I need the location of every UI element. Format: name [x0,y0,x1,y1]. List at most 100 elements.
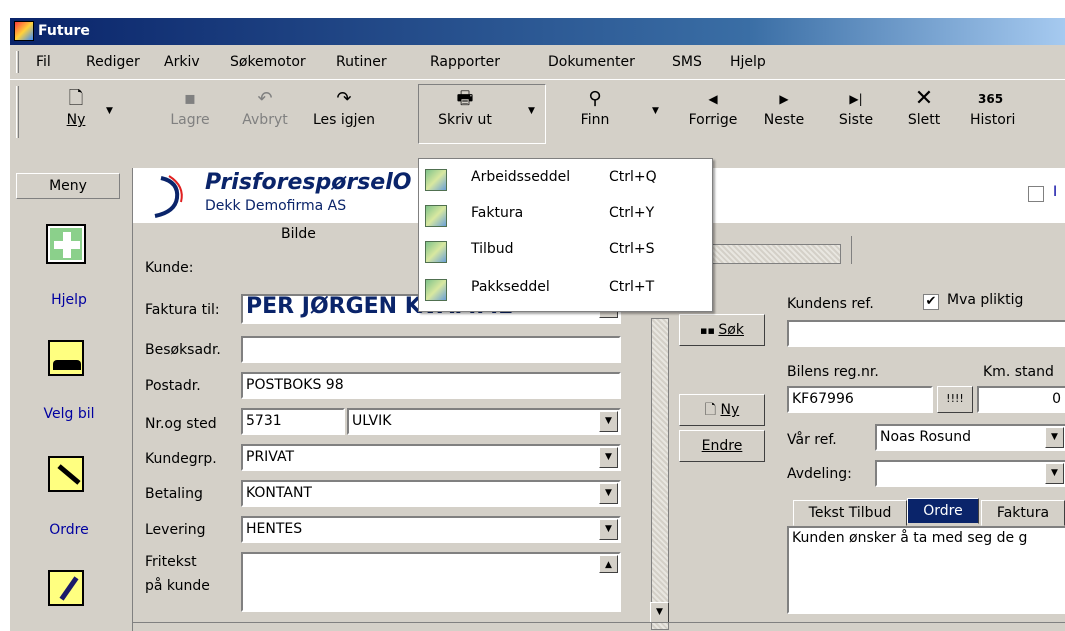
customer-ref-field[interactable] [787,320,1065,347]
left-nav: Meny Hjelp Velg bil Ordre [10,168,128,631]
notebook-icon[interactable] [48,570,84,606]
cancel-button[interactable]: ↶ Avbryt [230,86,300,144]
car-reg-label: Bilens reg.nr. [787,364,879,380]
save-icon: ▪ [183,88,197,109]
print-menu-item-arbeidsseddel[interactable]: Arbeidsseddel Ctrl+Q [419,163,712,197]
last-button[interactable]: ▶| Siste [830,86,882,144]
tab-tekst-tilbud[interactable]: Tekst Tilbud [793,500,907,526]
city-combo[interactable]: ULVIK ▼ [347,408,621,435]
print-menu-label: Faktura [471,205,524,221]
new-dropdown-arrow[interactable]: ▼ [106,106,113,116]
mileage-field[interactable]: 0 [977,386,1065,413]
next-button[interactable]: ▶ Neste [756,86,812,144]
new-document-icon: 🗋 [68,88,84,109]
zip-city-label: Nr.og sted [145,416,217,432]
form-title: PrisforespørselO [205,170,412,195]
print-menu-item-faktura[interactable]: Faktura Ctrl+Y [419,199,712,233]
menu-rediger[interactable]: Rediger [86,54,140,70]
menu-fil[interactable]: Fil [36,54,51,70]
print-menu-item-pakkseddel[interactable]: Pakkseddel Ctrl+T [419,273,712,307]
invoice-to-label: Faktura til: [145,302,220,318]
menu-hjelp[interactable]: Hjelp [730,54,766,70]
print-dropdown-arrow[interactable]: ▼ [528,106,535,116]
free-text-label-1: Fritekst [145,554,197,570]
print-button[interactable]: 🖶 Skriv ut [420,86,510,144]
report-icon [425,279,447,301]
new-customer-button-label: Ny [720,402,740,418]
app-icon [14,21,34,41]
toolbar-grip[interactable] [16,86,19,138]
chevron-down-icon[interactable]: ▼ [599,447,618,468]
car-select-icon[interactable] [48,340,84,376]
our-ref-combo[interactable]: Noas Rosund ▼ [875,424,1065,451]
redo-icon: ↷ [336,88,352,109]
menu-arkiv[interactable]: Arkiv [164,54,200,70]
chevron-down-icon[interactable]: ▼ [599,411,618,432]
new-button[interactable]: 🗋 Ny [56,86,96,144]
delivery-combo[interactable]: HENTES ▼ [241,516,621,543]
reload-button[interactable]: ↷ Les igjen [302,86,386,144]
header-checkbox[interactable] [1028,186,1044,202]
menu-rapporter[interactable]: Rapporter [430,54,500,70]
previous-button[interactable]: ◀ Forrige [682,86,744,144]
postal-address-field[interactable]: POSTBOKS 98 [241,372,621,399]
menu-toggle-button[interactable]: Meny [16,173,120,199]
image-strip [695,244,841,264]
payment-combo[interactable]: KONTANT ▼ [241,480,621,507]
customer-label: Kunde: [145,260,194,276]
search-button[interactable]: ▪▪ Søk [679,314,765,346]
edit-customer-button[interactable]: Endre [679,430,765,462]
order-pen-icon[interactable] [48,456,84,492]
scroll-down-icon[interactable]: ▼ [650,602,669,623]
order-nav-label[interactable]: Ordre [10,522,128,538]
chevron-down-icon[interactable]: ▼ [599,483,618,504]
zip-field[interactable]: 5731 [241,408,345,435]
help-nav-label[interactable]: Hjelp [10,292,128,308]
image-label: Bilde [281,226,316,242]
menu-dokumenter[interactable]: Dokumenter [548,54,635,70]
print-menu-item-tilbud[interactable]: Tilbud Ctrl+S [419,235,712,269]
car-reg-field[interactable]: KF67996 [787,386,933,413]
company-logo [154,175,183,218]
menu-sms[interactable]: SMS [672,54,702,70]
find-button[interactable]: ⚲ Finn [570,86,620,144]
menu-sokemotor[interactable]: Søkemotor [230,54,306,70]
our-ref-value: Noas Rosund [880,429,971,445]
scroll-up-icon[interactable]: ▲ [599,555,618,573]
chevron-down-icon[interactable]: ▼ [599,519,618,540]
tab-ordre[interactable]: Ordre [907,498,979,524]
menubar-grip[interactable] [16,51,19,73]
mileage-label: Km. stand [983,364,1054,380]
menu-rutiner[interactable]: Rutiner [336,54,387,70]
form-scrollbar[interactable]: ▼ [650,318,669,630]
department-combo[interactable]: ▼ [875,460,1065,487]
order-memo[interactable]: Kunden ønsker å ta med seg de g [787,526,1065,614]
find-button-label: Finn [580,112,610,128]
delete-button[interactable]: ✕ Slett [898,86,950,144]
customer-group-combo[interactable]: PRIVAT ▼ [241,444,621,471]
chevron-down-icon[interactable]: ▼ [1045,463,1064,484]
visit-address-field[interactable] [241,336,621,363]
print-menu-shortcut: Ctrl+T [609,279,655,295]
save-button[interactable]: ▪ Lagre [160,86,220,144]
delivery-value: HENTES [246,521,303,537]
header-checkbox-label: I [1053,184,1058,200]
tab-faktura[interactable]: Faktura [981,500,1065,526]
reg-lookup-button[interactable]: !!!! [937,386,973,413]
chevron-down-icon[interactable]: ▼ [1045,427,1064,448]
history-button[interactable]: 365 Histori [970,86,1065,144]
print-menu-label: Tilbud [471,241,514,257]
last-button-label: Siste [838,112,874,128]
previous-button-label: Forrige [688,112,738,128]
new-customer-button[interactable]: 🗋 Ny [679,394,765,426]
choose-car-nav-label[interactable]: Velg bil [10,406,128,422]
help-plus-icon[interactable] [46,224,86,264]
free-text-memo[interactable]: ▲ [241,552,621,612]
company-name: Dekk Demofirma AS [205,198,347,214]
arrow-right-icon: ▶ [779,92,789,106]
binoculars-icon: ⚲ [588,88,602,109]
print-menu-label: Pakkseddel [471,279,550,295]
status-strip [132,622,1065,631]
find-dropdown-arrow[interactable]: ▼ [652,106,659,116]
vat-checkbox[interactable]: ✔ [923,294,939,310]
